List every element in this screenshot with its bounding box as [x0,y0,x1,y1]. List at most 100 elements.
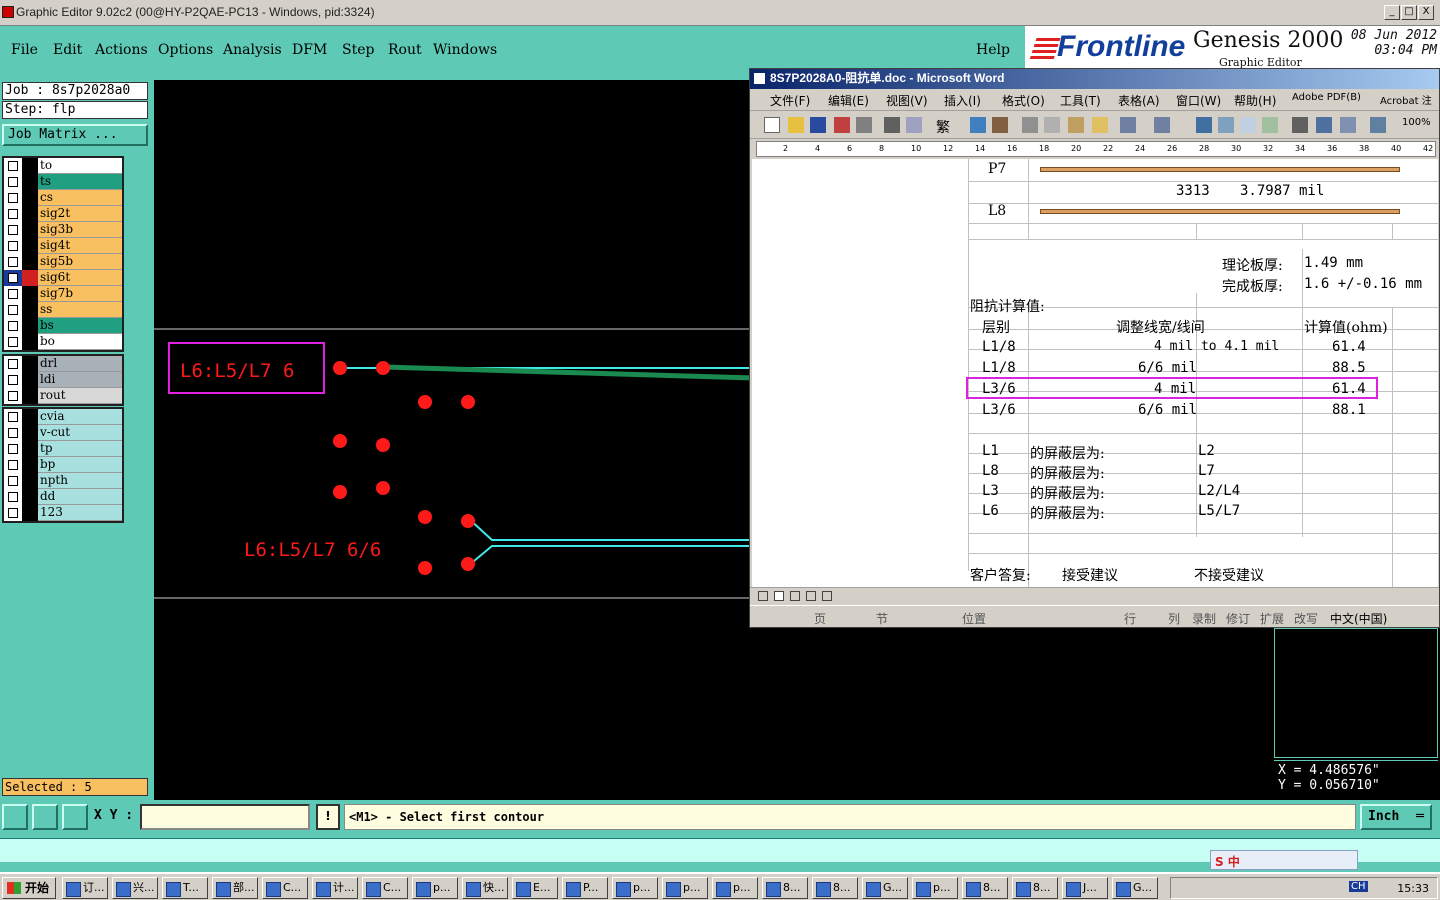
insert-table-icon[interactable] [1240,117,1256,133]
layer-affected-toggle[interactable] [22,286,38,302]
menu-step[interactable]: Step [342,42,374,58]
layer-row[interactable]: sig6t [4,270,122,286]
layer-name[interactable]: npth [38,473,122,489]
layer-row[interactable]: dd [4,489,122,505]
drawing-icon[interactable] [1316,117,1332,133]
layer-checkbox[interactable] [4,457,22,473]
word-menu-table[interactable]: 表格(A) [1118,92,1160,109]
normal-view-icon[interactable] [758,591,768,601]
layer-affected-toggle[interactable] [22,158,38,174]
outline-view-icon[interactable] [806,591,816,601]
layer-affected-toggle[interactable] [22,505,38,521]
taskbar-item[interactable]: 8... [962,877,1008,899]
layer-name[interactable]: ts [38,174,122,190]
layer-checkbox[interactable] [4,222,22,238]
layer-row[interactable]: sig7b [4,286,122,302]
layer-row[interactable]: bs [4,318,122,334]
status-record[interactable]: 录制 [1192,610,1216,627]
open-folder-icon[interactable] [788,117,804,133]
layer-checkbox[interactable] [4,505,22,521]
taskbar-item[interactable]: p... [662,877,708,899]
research-icon[interactable] [992,117,1008,133]
trace-diff-a[interactable] [467,517,754,541]
print-view-icon[interactable] [790,591,800,601]
layer-name[interactable]: bo [38,334,122,350]
layer-checkbox[interactable] [4,238,22,254]
language-indicator[interactable]: CH [1349,881,1368,892]
layer-row[interactable]: bo [4,334,122,350]
taskbar-item[interactable]: p... [912,877,958,899]
taskbar-item[interactable]: 兴... [112,877,158,899]
layer-checkbox[interactable] [4,158,22,174]
close-button[interactable]: X [1418,5,1434,20]
print-icon[interactable] [884,117,900,133]
menu-options[interactable]: Options [158,42,213,58]
ime-toolbar[interactable]: S 中 [1210,850,1358,870]
hyperlink-icon[interactable] [1196,117,1212,133]
word-menu-edit[interactable]: 编辑(E) [828,92,869,109]
layer-checkbox[interactable] [4,425,22,441]
word-menu-help[interactable]: 帮助(H) [1234,92,1276,109]
grid-icon[interactable] [62,804,88,830]
layer-checkbox[interactable] [4,190,22,206]
layer-checkbox[interactable] [4,356,22,372]
snap-mode-icon[interactable] [2,804,28,830]
minimize-button[interactable]: _ [1384,5,1400,20]
unit-selector[interactable]: Inch ═ [1360,804,1432,830]
layer-affected-toggle[interactable] [22,334,38,350]
word-ruler[interactable]: 2 4 6 8 10 12 14 16 18 20 22 24 26 28 30 32 34 36 38 40 42 [756,141,1436,157]
start-button[interactable]: 开始 [2,877,56,899]
layer-row[interactable]: cs [4,190,122,206]
word-document[interactable]: P7 3313 3.7987 mil L8 理论板厚: 1.49 mm 完成板厚… [752,159,1438,587]
layer-checkbox[interactable] [4,441,22,457]
undo-icon[interactable] [1120,117,1136,133]
tables-borders-icon[interactable] [1218,117,1234,133]
word-menu-tools[interactable]: 工具(T) [1060,92,1101,109]
layer-row[interactable]: drl [4,356,122,372]
trace-diff-b[interactable] [467,545,754,567]
layer-name[interactable]: sig7b [38,286,122,302]
taskbar-item[interactable]: C... [362,877,408,899]
layer-name[interactable]: drl [38,356,122,372]
layer-checkbox[interactable] [4,334,22,350]
taskbar-item[interactable]: 8... [762,877,808,899]
layer-row[interactable]: sig5b [4,254,122,270]
taskbar-item[interactable]: 快... [462,877,508,899]
taskbar-item[interactable]: G... [862,877,908,899]
measure-icon[interactable] [32,804,58,830]
layer-affected-toggle[interactable] [22,174,38,190]
taskbar-item[interactable]: C... [262,877,308,899]
layer-row[interactable]: ts [4,174,122,190]
spelling-icon[interactable] [970,117,986,133]
layer-name[interactable]: sig5b [38,254,122,270]
layer-row[interactable]: v-cut [4,425,122,441]
word-menu-insert[interactable]: 插入(I) [944,92,981,109]
layer-row[interactable]: ss [4,302,122,318]
layer-checkbox[interactable] [4,473,22,489]
redo-icon[interactable] [1154,117,1170,133]
taskbar-item[interactable]: p... [712,877,758,899]
layer-affected-toggle[interactable] [22,318,38,334]
word-window[interactable]: 8S7P2028A0-阻抗单.doc - Microsoft Word 文件(F… [749,68,1440,628]
layer-name[interactable]: sig6t [38,270,122,286]
menu-help[interactable]: Help [976,42,1010,58]
status-overtype[interactable]: 改写 [1294,610,1318,627]
new-doc-icon[interactable] [764,117,780,133]
layer-name[interactable]: tp [38,441,122,457]
web-view-icon[interactable] [774,591,784,601]
layer-row[interactable]: cvia [4,409,122,425]
document-map-icon[interactable] [1340,117,1356,133]
layer-checkbox[interactable] [4,254,22,270]
menu-windows[interactable]: Windows [433,42,497,58]
taskbar-item[interactable]: p... [412,877,458,899]
trace-label-single[interactable]: L6:L5/L7 6 [180,360,294,382]
cut-icon[interactable] [1022,117,1038,133]
layer-affected-toggle[interactable] [22,457,38,473]
overview-map[interactable] [1274,628,1438,758]
taskbar-item[interactable]: 订... [62,877,108,899]
word-menu-adobe-pdf[interactable]: Adobe PDF(B) [1292,92,1361,103]
accept-option[interactable]: 接受建议 [1062,565,1118,585]
status-extend[interactable]: 扩展 [1260,610,1284,627]
layer-checkbox[interactable] [4,409,22,425]
layer-name[interactable]: cs [38,190,122,206]
